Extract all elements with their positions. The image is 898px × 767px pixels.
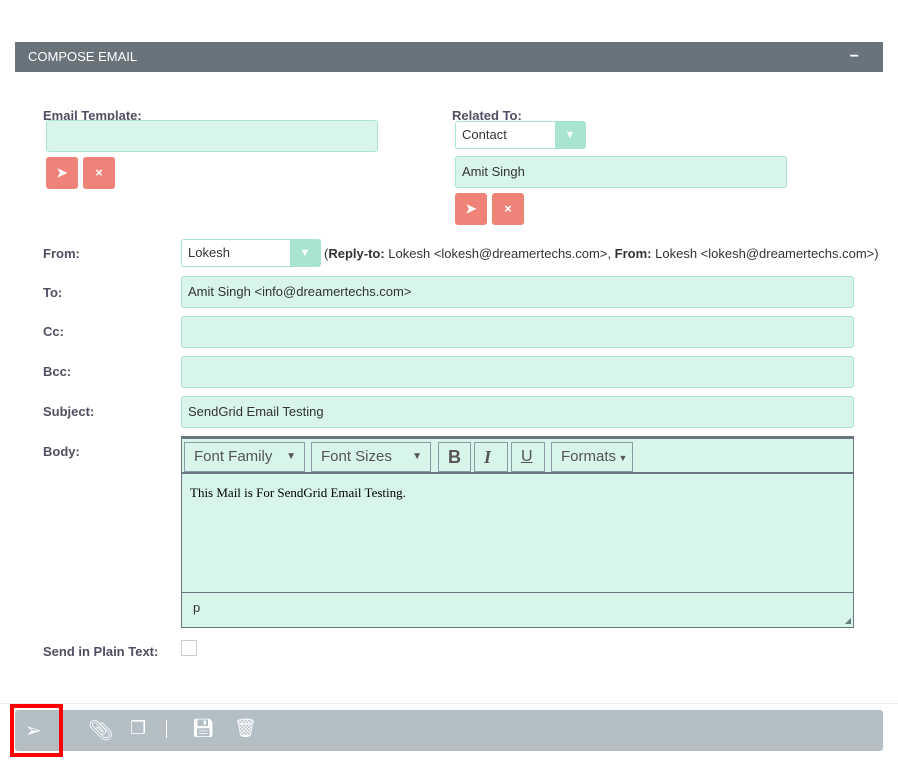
paperclip-icon[interactable]: 📎︎ [88, 718, 113, 743]
body-text[interactable]: This Mail is For SendGrid Email Testing. [190, 485, 406, 501]
editor-toolbar: Font Family ▼ Font Sizes ▼ B I U Formats ▼ [182, 439, 853, 474]
cursor-arrow-icon: ➤ [465, 201, 477, 216]
formats-dropdown[interactable]: Formats ▼ [551, 442, 633, 472]
email-template-input[interactable] [46, 120, 378, 152]
plain-text-checkbox[interactable] [181, 640, 197, 656]
bcc-label: Bcc: [43, 364, 72, 379]
related-type-value: Contact [462, 127, 507, 142]
collapse-button[interactable]: − [850, 42, 859, 72]
from-value: Lokesh [188, 245, 230, 260]
cc-input[interactable] [181, 316, 854, 348]
copy-icon[interactable]: ❐ [130, 718, 146, 739]
close-icon: × [95, 165, 103, 180]
cc-label: Cc: [43, 324, 64, 339]
to-input[interactable]: Amit Singh <info@dreamertechs.com> [181, 276, 854, 308]
from-info: (Reply-to: Lokesh <lokesh@dreamertechs.c… [324, 246, 879, 261]
panel-title: COMPOSE EMAIL [28, 49, 138, 64]
element-path: p [193, 600, 201, 615]
select-template-button[interactable]: ➤ [46, 157, 78, 189]
from-select[interactable]: Lokesh ▼ [181, 239, 321, 267]
body-editor[interactable]: Font Family ▼ Font Sizes ▼ B I U Formats ▼… [181, 436, 854, 628]
clear-related-button[interactable]: × [492, 193, 524, 225]
to-label: To: [43, 285, 63, 300]
clear-template-button[interactable]: × [83, 157, 115, 189]
save-draft-icon[interactable]: 💾︎ [192, 718, 215, 739]
italic-button[interactable]: I [474, 442, 508, 472]
select-related-button[interactable]: ➤ [455, 193, 487, 225]
plain-text-label: Send in Plain Text: [43, 644, 159, 659]
font-family-dropdown[interactable]: Font Family ▼ [184, 442, 305, 472]
underline-button[interactable]: U [511, 442, 545, 472]
related-name-input[interactable]: Amit Singh [455, 156, 787, 188]
chevron-down-icon: ▼ [555, 122, 585, 148]
trash-icon[interactable]: 🗑︎ [234, 718, 257, 739]
close-icon: × [504, 201, 512, 216]
related-type-select[interactable]: Contact ▼ [455, 121, 586, 149]
bcc-input[interactable] [181, 356, 854, 388]
chevron-down-icon: ▼ [290, 240, 320, 266]
font-sizes-dropdown[interactable]: Font Sizes ▼ [311, 442, 431, 472]
from-label: From: [43, 246, 80, 261]
resize-handle-icon[interactable]: ◢ [845, 616, 851, 625]
send-button-highlight[interactable] [10, 704, 63, 757]
cursor-arrow-icon: ➤ [56, 165, 68, 180]
subject-input[interactable]: SendGrid Email Testing [181, 396, 854, 428]
bold-button[interactable]: B [438, 442, 471, 472]
action-bar: ➢ 📎︎ ❐ 💾︎ 🗑︎ [15, 710, 883, 751]
body-label: Body: [43, 444, 80, 459]
panel-header: COMPOSE EMAIL − [15, 42, 883, 72]
subject-label: Subject: [43, 404, 95, 419]
